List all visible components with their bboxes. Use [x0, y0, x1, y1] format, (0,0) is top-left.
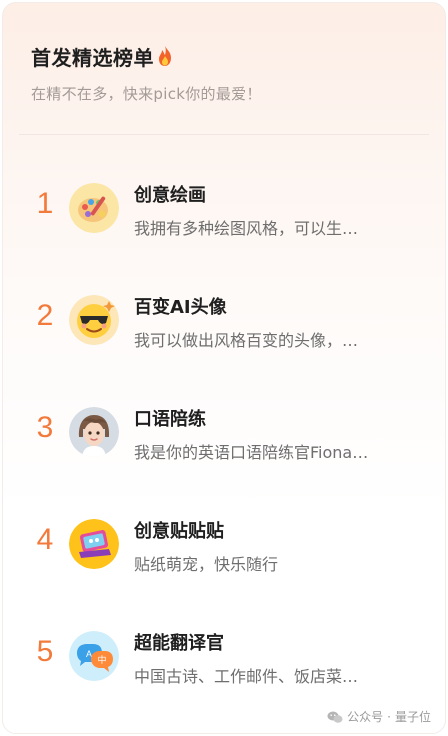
header-divider: [19, 134, 429, 135]
card-title-text: 首发精选榜单: [31, 45, 154, 70]
watermark-source: 公众号: [347, 710, 384, 724]
item-description: 我是你的英语口语陪练官Fiona…: [134, 443, 369, 462]
girl-avatar-icon: [69, 407, 119, 457]
rank-number: 4: [36, 523, 54, 556]
list-item[interactable]: 1 创意绘画 我拥有多种绘图风格，可以生…: [3, 151, 445, 263]
watermark: 公众号 · 量子位: [327, 708, 431, 725]
item-name: 创意贴贴贴: [134, 521, 224, 542]
translate-bubbles-icon: A 中: [69, 631, 119, 681]
list-item[interactable]: 3 口语陪练 我是你的英语口语陪练官Fiona…: [3, 375, 445, 487]
item-description: 贴纸萌宠，快乐随行: [134, 555, 279, 574]
rank-number: 2: [36, 299, 54, 332]
card-header: 首发精选榜单 在精不在多，快来pick你的最爱！: [31, 41, 425, 104]
rank-number: 3: [36, 411, 54, 444]
item-name: 创意绘画: [134, 185, 206, 206]
sticker-laptop-icon: [69, 519, 119, 569]
list-item[interactable]: 2 百变AI头像 我可以做出风格百变的头像，…: [3, 263, 445, 375]
svg-text:中: 中: [97, 654, 106, 666]
item-description: 中国古诗、工作邮件、饭店菜…: [134, 667, 359, 686]
item-name: 超能翻译官: [134, 633, 224, 654]
watermark-account: 量子位: [394, 710, 431, 724]
watermark-separator: ·: [387, 709, 391, 724]
ranking-card: 首发精选榜单 在精不在多，快来pick你的最爱！ 1 创意绘画 我拥有多种绘图风…: [2, 2, 446, 734]
rank-number: 1: [36, 187, 54, 220]
card-subtitle: 在精不在多，快来pick你的最爱！: [31, 85, 262, 103]
wechat-icon: [327, 711, 343, 723]
fire-icon: [159, 46, 171, 66]
rank-number: 5: [36, 635, 54, 668]
list-item[interactable]: 4 创意贴贴贴 贴纸萌宠，快乐随行: [3, 487, 445, 599]
card-title: 首发精选榜单: [31, 41, 425, 71]
svg-text:A: A: [86, 649, 92, 659]
item-description: 我可以做出风格百变的头像，…: [134, 331, 359, 350]
item-name: 口语陪练: [134, 409, 206, 430]
item-description: 我拥有多种绘图风格，可以生…: [134, 219, 359, 238]
palette-icon: [69, 183, 119, 233]
list-item[interactable]: 5 A 中 超能翻译官 中国古诗、工作邮件、饭店菜…: [3, 599, 445, 711]
item-name: 百变AI头像: [134, 297, 227, 318]
cool-face-icon: [69, 295, 119, 345]
